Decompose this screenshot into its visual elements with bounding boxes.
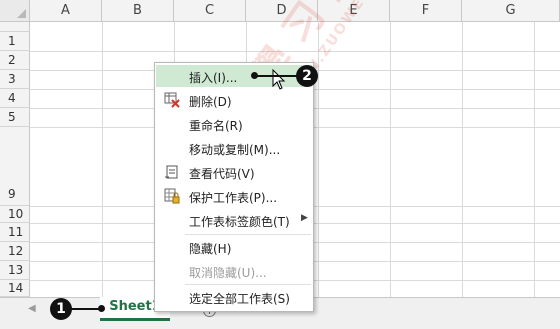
grid-line bbox=[462, 22, 463, 298]
menu-separator bbox=[185, 284, 311, 285]
sheet-context-menu: 插入(I)... 删除(D) 重命名(R) 移动或复制(M)... 查看代码(V… bbox=[154, 62, 314, 312]
row-header-9[interactable]: 9 bbox=[0, 127, 30, 206]
row-header-top-sliver bbox=[0, 22, 30, 32]
menu-item-label: 插入(I)... bbox=[189, 71, 238, 85]
row-header-14[interactable]: 14 bbox=[0, 280, 30, 297]
delete-sheet-icon bbox=[164, 92, 180, 108]
column-header-b[interactable]: B bbox=[102, 0, 174, 22]
grid-line bbox=[534, 22, 535, 298]
row-header-13[interactable]: 13 bbox=[0, 261, 30, 280]
menu-item-view-code[interactable]: 查看代码(V) bbox=[156, 161, 312, 183]
menu-item-unhide[interactable]: 取消隐藏(U)... bbox=[156, 260, 312, 282]
column-header-f[interactable]: F bbox=[390, 0, 462, 22]
menu-item-label: 取消隐藏(U)... bbox=[189, 266, 267, 280]
menu-item-select-all-sheets[interactable]: 选定全部工作表(S) bbox=[156, 286, 312, 308]
menu-item-label: 隐藏(H) bbox=[189, 242, 232, 256]
menu-item-protect-sheet[interactable]: 保护工作表(P)... bbox=[156, 185, 312, 207]
callout-badge-2: 2 bbox=[296, 65, 318, 87]
menu-item-tab-color[interactable]: 工作表标签颜色(T) ▶ bbox=[156, 209, 312, 231]
callout-pointer-dot bbox=[98, 305, 105, 312]
submenu-arrow-icon: ▶ bbox=[301, 213, 308, 223]
mouse-cursor-icon bbox=[272, 69, 286, 90]
row-header-11[interactable]: 11 bbox=[0, 223, 30, 242]
view-code-icon bbox=[165, 165, 178, 179]
menu-item-label: 工作表标签颜色(T) bbox=[189, 215, 290, 229]
menu-item-label: 查看代码(V) bbox=[189, 167, 255, 181]
prev-sheet-arrow-icon[interactable]: ◀ bbox=[28, 303, 36, 314]
menu-item-label: 移动或复制(M)... bbox=[189, 143, 281, 157]
menu-item-delete[interactable]: 删除(D) bbox=[156, 89, 312, 111]
menu-item-label: 删除(D) bbox=[189, 95, 232, 109]
grid-line bbox=[102, 22, 103, 298]
menu-separator bbox=[185, 234, 311, 235]
protect-sheet-icon bbox=[164, 188, 180, 204]
row-header-10[interactable]: 10 bbox=[0, 206, 30, 223]
menu-item-hide[interactable]: 隐藏(H) bbox=[156, 236, 312, 258]
row-header-4[interactable]: 4 bbox=[0, 89, 30, 108]
column-header-g[interactable]: G bbox=[462, 0, 560, 22]
select-all-corner[interactable] bbox=[0, 0, 30, 22]
menu-item-label: 保护工作表(P)... bbox=[189, 191, 278, 205]
menu-item-label: 重命名(R) bbox=[189, 119, 243, 133]
menu-item-rename[interactable]: 重命名(R) bbox=[156, 113, 312, 135]
row-header-12[interactable]: 12 bbox=[0, 242, 30, 261]
callout-leader-line bbox=[71, 308, 101, 310]
row-header-3[interactable]: 3 bbox=[0, 70, 30, 89]
menu-item-label: 选定全部工作表(S) bbox=[189, 292, 290, 306]
callout-leader-line bbox=[255, 75, 297, 77]
grid-line bbox=[390, 22, 391, 298]
row-header-2[interactable]: 2 bbox=[0, 51, 30, 70]
column-header-c[interactable]: C bbox=[174, 0, 246, 22]
column-header-a[interactable]: A bbox=[30, 0, 102, 22]
callout-badge-1: 1 bbox=[50, 298, 72, 320]
row-header-5[interactable]: 5 bbox=[0, 108, 30, 127]
row-header-1[interactable]: 1 bbox=[0, 32, 30, 51]
menu-item-move-copy[interactable]: 移动或复制(M)... bbox=[156, 137, 312, 159]
